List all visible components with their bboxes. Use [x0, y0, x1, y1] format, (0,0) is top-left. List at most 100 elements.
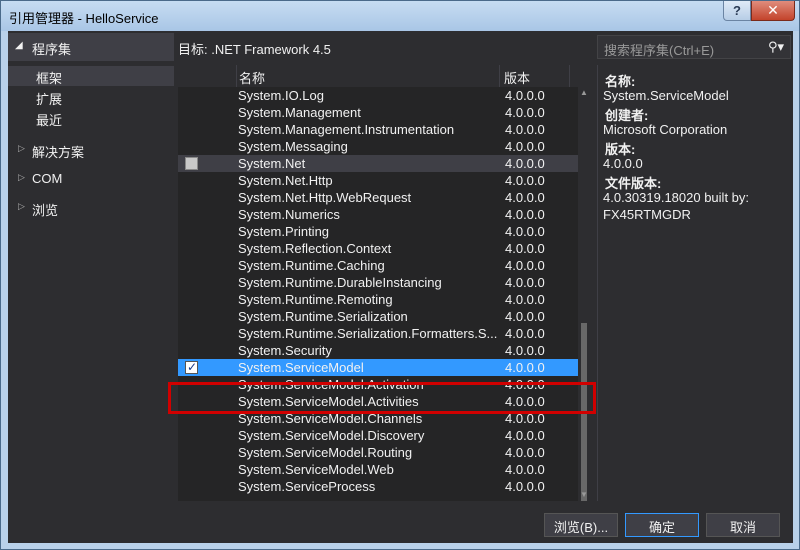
- table-row[interactable]: System.Numerics 4.0.0.0: [178, 206, 578, 223]
- list-header: 名称 版本: [178, 65, 590, 87]
- assembly-version: 4.0.0.0: [505, 445, 545, 460]
- column-header-name[interactable]: 名称: [236, 65, 500, 87]
- detail-file-version-build: FX45RTMGDR: [603, 207, 691, 222]
- nav-recent-label: 最近: [36, 113, 63, 128]
- nav-assemblies[interactable]: ◢ 程序集: [8, 33, 174, 61]
- detail-creator-value: Microsoft Corporation: [603, 122, 728, 137]
- table-row[interactable]: System.Security 4.0.0.0: [178, 342, 578, 359]
- table-row[interactable]: System.Runtime.Serialization 4.0.0.0: [178, 308, 578, 325]
- table-row[interactable]: System.ServiceProcess 4.0.0.0: [178, 478, 578, 495]
- assembly-version: 4.0.0.0: [505, 105, 545, 120]
- details-divider: [597, 65, 598, 501]
- assembly-version: 4.0.0.0: [505, 190, 545, 205]
- assembly-name: System.Runtime.DurableInstancing: [238, 275, 442, 290]
- row-checkbox[interactable]: [185, 360, 198, 374]
- search-icon[interactable]: ⚲▾: [768, 39, 784, 55]
- search-input[interactable]: 搜索程序集(Ctrl+E): [604, 40, 714, 59]
- table-row[interactable]: System.Runtime.Caching 4.0.0.0: [178, 257, 578, 274]
- table-row[interactable]: System.Printing 4.0.0.0: [178, 223, 578, 240]
- assembly-name: System.ServiceModel.Web: [238, 462, 394, 477]
- cancel-button[interactable]: 取消: [706, 513, 780, 537]
- assembly-version: 4.0.0.0: [505, 258, 545, 273]
- assembly-version: 4.0.0.0: [505, 292, 545, 307]
- nav-framework[interactable]: 框架: [8, 66, 174, 86]
- assembly-name: System.Runtime.Serialization.Formatters.…: [238, 326, 498, 341]
- window-controls: ? ✕: [723, 1, 795, 21]
- table-row[interactable]: System.Reflection.Context 4.0.0.0: [178, 240, 578, 257]
- nav-extensions[interactable]: 扩展: [8, 87, 174, 107]
- assembly-name: System.Management.Instrumentation: [238, 122, 455, 137]
- assembly-name: System.Reflection.Context: [238, 241, 392, 256]
- table-row[interactable]: System.ServiceModel.Routing 4.0.0.0: [178, 444, 578, 461]
- assembly-version: 4.0.0.0: [505, 343, 545, 358]
- assembly-name: System.Net.Http.WebRequest: [238, 190, 412, 205]
- assembly-version: 4.0.0.0: [505, 224, 545, 239]
- table-row[interactable]: System.Management 4.0.0.0: [178, 104, 578, 121]
- table-row[interactable]: System.Management.Instrumentation 4.0.0.0: [178, 121, 578, 138]
- assembly-version: 4.0.0.0: [505, 309, 545, 324]
- nav-com[interactable]: ▷ COM: [8, 168, 174, 190]
- scroll-up-icon[interactable]: ▲: [580, 89, 588, 97]
- row-checkbox[interactable]: [185, 157, 198, 170]
- assembly-name: System.ServiceProcess: [238, 479, 376, 494]
- table-row[interactable]: System.ServiceModel 4.0.0.0: [178, 359, 578, 376]
- search-box[interactable]: 搜索程序集(Ctrl+E) ⚲▾: [597, 35, 791, 59]
- nav-solution-label: 解决方案: [32, 145, 85, 160]
- table-row[interactable]: System.IO.Log 4.0.0.0: [178, 87, 578, 104]
- scroll-down-icon[interactable]: ▼: [580, 491, 588, 499]
- assembly-name: System.Numerics: [238, 207, 340, 222]
- assembly-version: 4.0.0.0: [505, 479, 545, 494]
- assembly-version: 4.0.0.0: [505, 156, 545, 171]
- annotation-highlight-box: [168, 382, 596, 414]
- nav-extensions-label: 扩展: [36, 92, 63, 107]
- nav-solution[interactable]: ▷ 解决方案: [8, 139, 174, 161]
- table-row[interactable]: System.Runtime.Serialization.Formatters.…: [178, 325, 578, 342]
- assembly-version: 4.0.0.0: [505, 122, 545, 137]
- assembly-name: System.ServiceModel: [238, 360, 364, 375]
- assembly-version: 4.0.0.0: [505, 139, 545, 154]
- nav-browse[interactable]: ▷ 浏览: [8, 197, 174, 219]
- window-title: 引用管理器 - HelloService: [9, 11, 159, 26]
- table-row[interactable]: System.Net.Http.WebRequest 4.0.0.0: [178, 189, 578, 206]
- table-row[interactable]: System.ServiceModel.Discovery 4.0.0.0: [178, 427, 578, 444]
- table-row[interactable]: System.ServiceModel.Web 4.0.0.0: [178, 461, 578, 478]
- browse-button[interactable]: 浏览(B)...: [544, 513, 618, 537]
- dialog-client: ◢ 程序集 框架 扩展 最近 ▷ 解决方案 ▷ COM ▷ 浏览 目标: .NE…: [8, 31, 793, 543]
- table-row[interactable]: System.Messaging 4.0.0.0: [178, 138, 578, 155]
- assembly-name: System.ServiceModel.Discovery: [238, 428, 425, 443]
- assembly-list: 名称 版本 System.IO.Log 4.0.0.0 System.Managem…: [178, 65, 590, 501]
- help-button[interactable]: ?: [723, 1, 751, 21]
- table-row[interactable]: System.Net 4.0.0.0: [178, 155, 578, 172]
- assembly-version: 4.0.0.0: [505, 241, 545, 256]
- assembly-name: System.Messaging: [238, 139, 348, 154]
- nav-framework-label: 框架: [36, 71, 63, 86]
- target-framework-label: 目标: .NET Framework 4.5: [178, 42, 331, 57]
- expand-right-icon: ▷: [18, 172, 25, 182]
- assembly-name: System.ServiceModel.Routing: [238, 445, 413, 460]
- left-nav: ◢ 程序集 框架 扩展 最近 ▷ 解决方案 ▷ COM ▷ 浏览: [8, 31, 174, 501]
- assembly-name: System.Printing: [238, 224, 330, 239]
- assembly-name: System.Net: [238, 156, 306, 171]
- dialog-footer: 浏览(B)... 确定 取消: [8, 501, 793, 543]
- table-row[interactable]: System.Net.Http 4.0.0.0: [178, 172, 578, 189]
- detail-version-value: 4.0.0.0: [603, 156, 643, 171]
- detail-name-value: System.ServiceModel: [603, 88, 729, 103]
- assembly-version: 4.0.0.0: [505, 326, 545, 341]
- column-header-version[interactable]: 版本: [500, 65, 570, 87]
- assembly-version: 4.0.0.0: [505, 462, 545, 477]
- expand-down-icon: ◢: [15, 40, 23, 51]
- details-panel: 名称: System.ServiceModel 创建者: Microsoft C…: [597, 65, 793, 501]
- assembly-version: 4.0.0.0: [505, 173, 545, 188]
- assembly-version: 4.0.0.0: [505, 428, 545, 443]
- assembly-name: System.Runtime.Caching: [238, 258, 385, 273]
- assembly-name: System.Runtime.Serialization: [238, 309, 408, 324]
- nav-com-label: COM: [32, 171, 63, 186]
- nav-recent[interactable]: 最近: [8, 108, 174, 128]
- table-row[interactable]: System.Runtime.DurableInstancing 4.0.0.0: [178, 274, 578, 291]
- ok-button[interactable]: 确定: [625, 513, 699, 537]
- table-row[interactable]: System.Runtime.Remoting 4.0.0.0: [178, 291, 578, 308]
- nav-browse-label: 浏览: [32, 203, 59, 218]
- vertical-scrollbar[interactable]: ▲ ▼: [578, 87, 590, 501]
- close-button[interactable]: ✕: [751, 1, 795, 21]
- expand-right-icon: ▷: [18, 143, 25, 153]
